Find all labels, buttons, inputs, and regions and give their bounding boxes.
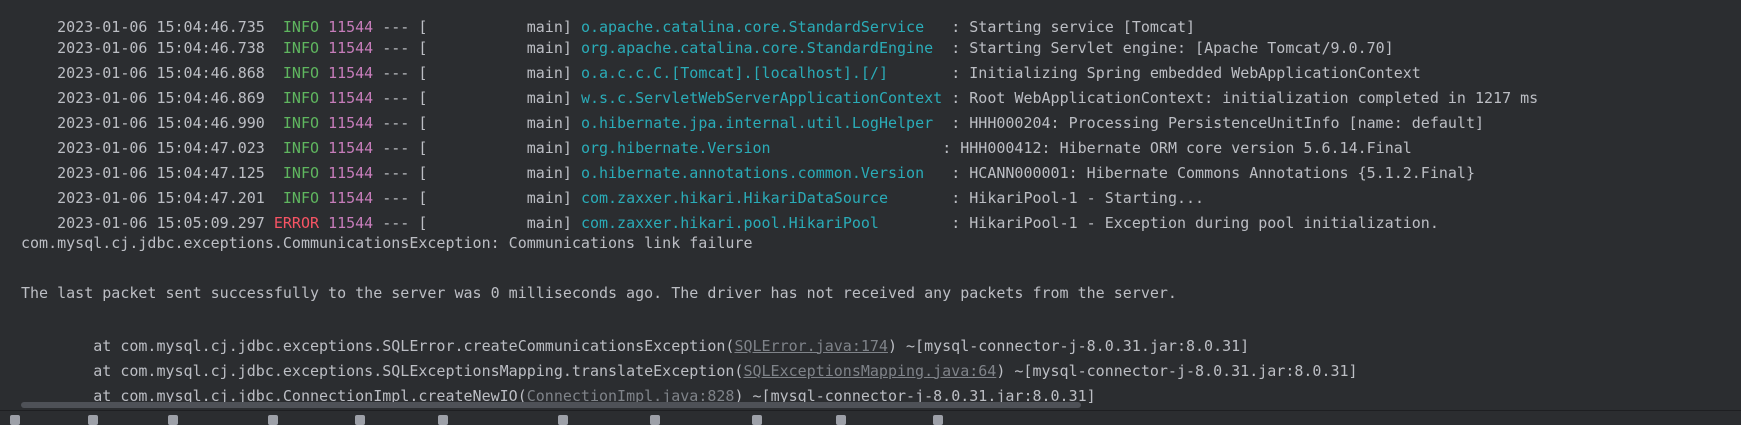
tool-window-item[interactable]: [438, 412, 452, 425]
tool-window-item[interactable]: [650, 412, 664, 425]
run-console[interactable]: 2023-01-06 15:04:46.735 INFO 11544 --- […: [0, 0, 1741, 410]
tool-window-item[interactable]: [836, 412, 850, 425]
log-message: : HikariPool-1 - Exception during pool i…: [951, 213, 1439, 232]
log-line: 2023-01-06 15:04:47.201 INFO 11544 --- […: [21, 157, 1204, 207]
exception-detail-line: The last packet sent successfully to the…: [21, 284, 1177, 302]
tool-window-icon: [933, 414, 943, 425]
horizontal-scrollbar[interactable]: [21, 402, 1081, 408]
tool-window-icon: [355, 414, 365, 425]
tool-window-bar: [0, 410, 1741, 425]
stack-frame: at com.mysql.cj.jdbc.ConnectionImpl.crea…: [21, 355, 1095, 405]
tool-window-icon: [10, 414, 20, 425]
log-line: 2023-01-06 15:04:47.023 INFO 11544 --- […: [21, 107, 1412, 157]
tool-window-icon: [88, 414, 98, 425]
tool-window-icon: [752, 414, 762, 425]
tool-window-icon: [268, 414, 278, 425]
log-logger: com.zaxxer.hikari.pool.HikariPool: [580, 213, 879, 232]
log-line: 2023-01-06 15:05:09.297 ERROR 11544 --- …: [21, 182, 1439, 232]
tool-window-item[interactable]: [168, 412, 182, 425]
log-thread: main]: [526, 213, 572, 232]
stack-frame: at com.mysql.cj.jdbc.exceptions.SQLError…: [21, 305, 1249, 355]
log-line: 2023-01-06 15:04:46.990 INFO 11544 --- […: [21, 82, 1484, 132]
tool-window-icon: [558, 414, 568, 425]
log-separator: ---: [382, 213, 410, 232]
tool-window-item[interactable]: [355, 412, 369, 425]
exception-line: com.mysql.cj.jdbc.exceptions.Communicati…: [21, 234, 753, 252]
stack-frame: at com.mysql.cj.jdbc.exceptions.SQLExcep…: [21, 330, 1357, 380]
log-pid: 11544: [328, 213, 374, 232]
tool-window-item[interactable]: [752, 412, 766, 425]
tool-window-item[interactable]: [933, 412, 947, 425]
tool-window-icon: [836, 414, 846, 425]
tool-window-item[interactable]: [10, 412, 24, 425]
tool-window-item[interactable]: [88, 412, 102, 425]
log-line: 2023-01-06 15:04:46.738 INFO 11544 --- […: [21, 7, 1394, 57]
log-line: 2023-01-06 15:04:46.868 INFO 11544 --- […: [21, 32, 1421, 82]
log-line: 2023-01-06 15:04:47.125 INFO 11544 --- […: [21, 132, 1475, 182]
tool-window-item[interactable]: [558, 412, 572, 425]
log-line: 2023-01-06 15:04:46.869 INFO 11544 --- […: [21, 57, 1538, 107]
log-level: ERROR: [273, 213, 320, 232]
log-date: 2023-01-06 15:05:09.297: [57, 213, 265, 232]
tool-window-icon: [438, 414, 448, 425]
tool-window-item[interactable]: [268, 412, 282, 425]
tool-window-icon: [650, 414, 660, 425]
tool-window-icon: [168, 414, 178, 425]
